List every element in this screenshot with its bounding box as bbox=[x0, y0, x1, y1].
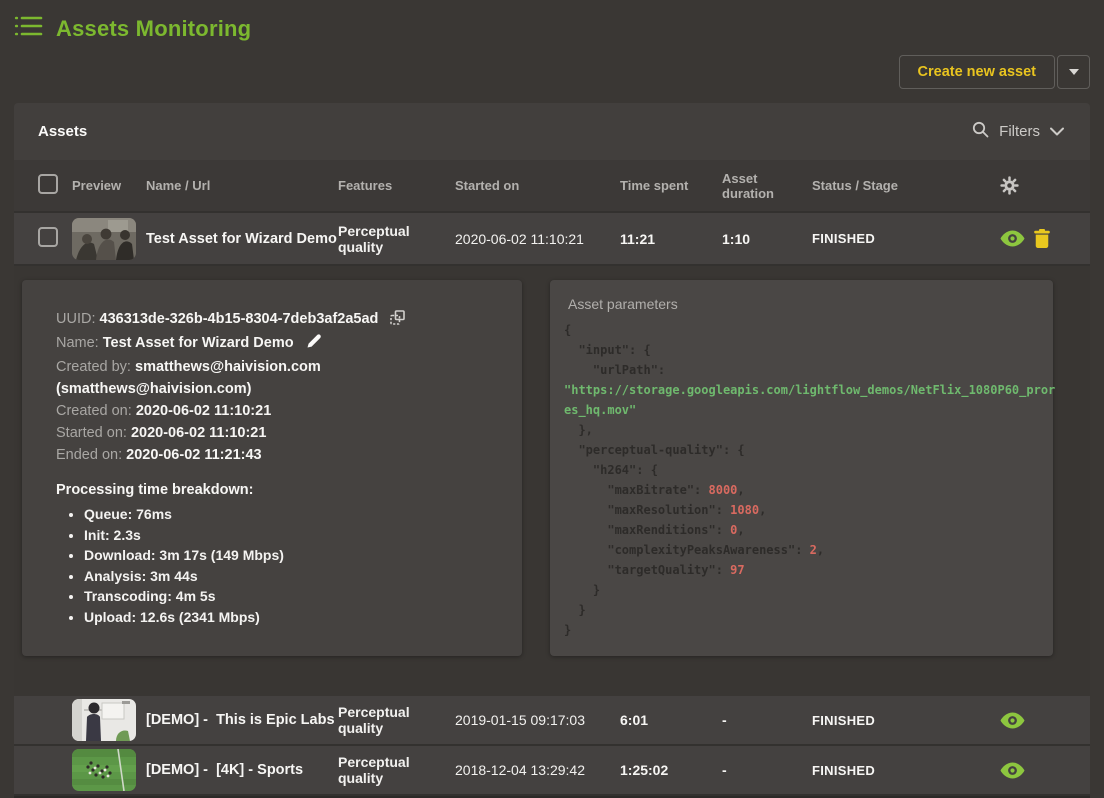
asset-features: Perceptual quality bbox=[338, 704, 455, 736]
breakdown-item: Init: 2.3s bbox=[84, 525, 492, 546]
processing-breakdown-title: Processing time breakdown: bbox=[56, 482, 492, 498]
asset-duration: - bbox=[722, 712, 812, 728]
col-started-on: Started on bbox=[455, 178, 620, 193]
asset-started-on: 2019-01-15 09:17:03 bbox=[455, 712, 620, 728]
asset-name-value: Test Asset for Wizard Demo bbox=[103, 335, 294, 351]
asset-features: Perceptual quality bbox=[338, 754, 455, 786]
header-actions: Create new asset bbox=[0, 49, 1104, 103]
asset-thumbnail bbox=[72, 218, 136, 260]
row-checkbox[interactable] bbox=[38, 227, 58, 247]
search-icon bbox=[972, 121, 989, 142]
assets-panel: Assets Filters Preview Name / Url Featur… bbox=[14, 103, 1090, 798]
asset-features: Perceptual quality bbox=[338, 223, 455, 255]
breakdown-item: Upload: 12.6s (2341 Mbps) bbox=[84, 607, 492, 628]
name-line: Name: Test Asset for Wizard Demo bbox=[56, 332, 492, 356]
asset-parameters-card: Asset parameters { "input": { "urlPath":… bbox=[550, 280, 1053, 656]
copy-uuid-icon[interactable] bbox=[390, 310, 405, 332]
table-row[interactable]: [DEMO] - [4K] - Sports Perceptual qualit… bbox=[14, 746, 1090, 796]
assets-monitoring-page: Assets Monitoring Create new asset Asset… bbox=[0, 0, 1104, 790]
asset-duration: 1:10 bbox=[722, 231, 812, 247]
processing-breakdown-list: Queue: 76ms Init: 2.3s Download: 3m 17s … bbox=[56, 504, 492, 627]
started-on-line: Started on: 2020-06-02 11:10:21 bbox=[56, 422, 492, 444]
col-name-url: Name / Url bbox=[146, 178, 338, 193]
edit-name-pencil-icon[interactable] bbox=[306, 333, 322, 356]
filters-label: Filters bbox=[999, 123, 1040, 140]
asset-started-on: 2018-12-04 13:29:42 bbox=[455, 762, 620, 778]
view-asset-eye-icon[interactable] bbox=[1000, 762, 1025, 779]
asset-thumbnail bbox=[72, 699, 136, 741]
asset-status: FINISHED bbox=[812, 763, 1000, 778]
table-row[interactable]: [DEMO] - This is Epic Labs Perceptual qu… bbox=[14, 696, 1090, 746]
filters-toggle[interactable]: Filters bbox=[972, 121, 1064, 142]
asset-parameters-json: { "input": { "urlPath":"https://storage.… bbox=[564, 320, 1037, 640]
col-asset-duration: Asset duration bbox=[722, 171, 812, 201]
asset-name: [DEMO] - This is Epic Labs bbox=[146, 712, 338, 728]
page-title: Assets Monitoring bbox=[56, 16, 251, 42]
asset-duration: - bbox=[722, 762, 812, 778]
asset-thumbnail bbox=[72, 749, 136, 791]
create-new-asset-button[interactable]: Create new asset bbox=[899, 55, 1055, 89]
breakdown-item: Analysis: 3m 44s bbox=[84, 566, 492, 587]
ended-on-line: Ended on: 2020-06-02 11:21:43 bbox=[56, 444, 492, 466]
asset-time-spent: 6:01 bbox=[620, 712, 722, 728]
breakdown-item: Download: 3m 17s (149 Mbps) bbox=[84, 545, 492, 566]
asset-status: FINISHED bbox=[812, 713, 1000, 728]
asset-time-spent: 1:25:02 bbox=[620, 762, 722, 778]
asset-name: [DEMO] - [4K] - Sports bbox=[146, 762, 338, 778]
panel-title: Assets bbox=[38, 123, 87, 140]
table-header-row: Preview Name / Url Features Started on T… bbox=[14, 160, 1090, 213]
col-status-stage: Status / Stage bbox=[812, 178, 1000, 193]
uuid-value: 436313de-326b-4b15-8304-7deb3af2a5ad bbox=[100, 311, 379, 327]
breakdown-item: Queue: 76ms bbox=[84, 504, 492, 525]
chevron-down-icon bbox=[1050, 123, 1064, 140]
top-bar: Assets Monitoring bbox=[0, 0, 1104, 49]
asset-time-spent: 11:21 bbox=[620, 231, 722, 247]
create-asset-dropdown-button[interactable] bbox=[1057, 55, 1090, 89]
assets-panel-header: Assets Filters bbox=[14, 103, 1090, 160]
uuid-line: UUID: 436313de-326b-4b15-8304-7deb3af2a5… bbox=[56, 308, 492, 332]
created-by-line: Created by: smatthews@haivision.com (sma… bbox=[56, 356, 492, 400]
caret-down-icon bbox=[1069, 69, 1079, 75]
table-row[interactable]: Test Asset for Wizard Demo Perceptual qu… bbox=[14, 213, 1090, 266]
col-features: Features bbox=[338, 178, 455, 193]
list-menu-icon[interactable] bbox=[14, 14, 44, 43]
column-settings-gear-icon[interactable] bbox=[1000, 176, 1019, 195]
col-preview: Preview bbox=[72, 178, 146, 193]
created-on-line: Created on: 2020-06-02 11:10:21 bbox=[56, 400, 492, 422]
asset-parameters-title: Asset parameters bbox=[568, 296, 1037, 312]
asset-details-expanded: UUID: 436313de-326b-4b15-8304-7deb3af2a5… bbox=[14, 266, 1090, 696]
select-all-checkbox[interactable] bbox=[38, 174, 58, 194]
delete-asset-trash-icon[interactable] bbox=[1034, 229, 1050, 248]
breakdown-item: Transcoding: 4m 5s bbox=[84, 586, 492, 607]
view-asset-eye-icon[interactable] bbox=[1000, 230, 1025, 247]
asset-info-card: UUID: 436313de-326b-4b15-8304-7deb3af2a5… bbox=[22, 280, 522, 656]
asset-status: FINISHED bbox=[812, 231, 1000, 246]
asset-name: Test Asset for Wizard Demo bbox=[146, 231, 338, 247]
col-time-spent: Time spent bbox=[620, 178, 722, 193]
asset-started-on: 2020-06-02 11:10:21 bbox=[455, 231, 620, 247]
view-asset-eye-icon[interactable] bbox=[1000, 712, 1025, 729]
